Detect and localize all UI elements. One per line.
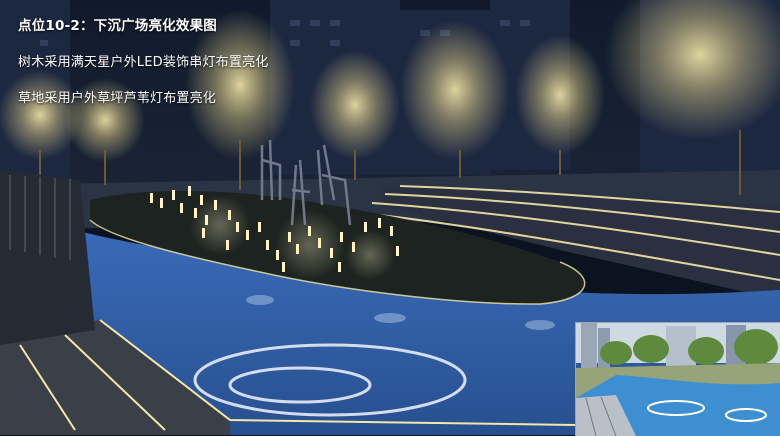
tree-lighting-description: 树木采用满天星户外LED装饰串灯布置亮化 (18, 55, 269, 70)
page-title: 点位10-2：下沉广场亮化效果图 (18, 18, 217, 34)
lawn-lighting-description: 草地采用户外草坪芦苇灯布置亮化 (18, 91, 217, 106)
daytime-reference-photo (575, 322, 780, 436)
